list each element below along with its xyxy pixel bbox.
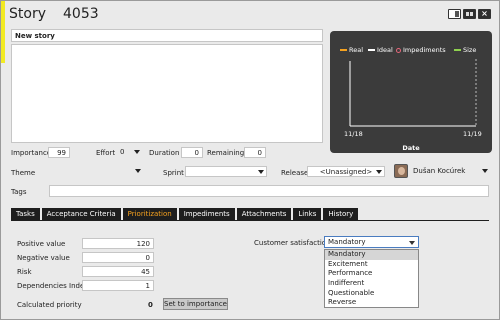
story-window: Story 4053 × New story Real Ideal Impedi… (0, 0, 500, 320)
x-tick-label: 11/19 (463, 130, 482, 138)
switch-view-icon[interactable] (463, 9, 476, 19)
chevron-down-icon (134, 150, 140, 154)
item-type-title: Story (9, 6, 46, 22)
x-tick-label: 11/18 (344, 130, 363, 138)
theme-dropdown[interactable] (29, 166, 143, 177)
owner-dropdown[interactable]: Dušan Kocúrek (410, 166, 490, 177)
option-indifferent[interactable]: Indifferent (325, 279, 418, 289)
option-questionable[interactable]: Questionable (325, 289, 418, 299)
restore-icon[interactable] (448, 9, 461, 19)
set-to-importance-button[interactable]: Set to importance (163, 298, 228, 310)
remaining-field[interactable]: 0 (244, 147, 266, 158)
chevron-down-icon (135, 169, 141, 173)
positive-value-field[interactable]: 120 (82, 238, 154, 249)
release-label: Release (281, 169, 309, 177)
negative-value-label: Negative value (17, 254, 70, 262)
x-axis-label: Date (402, 144, 420, 152)
importance-field[interactable]: 99 (48, 147, 70, 158)
tab-impediments[interactable]: Impediments (178, 208, 235, 220)
option-excitement[interactable]: Excitement (325, 260, 418, 270)
dependencies-index-field[interactable]: 1 (82, 280, 154, 291)
negative-value-field[interactable]: 0 (82, 252, 154, 263)
dependencies-index-label: Dependencies Index (17, 282, 89, 290)
remaining-label: Remaining (207, 149, 245, 157)
chevron-down-icon (482, 169, 488, 173)
customer-satisfaction-label: Customer satisfaction (254, 239, 331, 247)
chevron-down-icon (376, 170, 382, 174)
effort-dropdown[interactable]: 0 (117, 147, 142, 158)
release-dropdown[interactable]: <Unassigned> (307, 166, 385, 177)
duration-field[interactable]: 0 (181, 147, 203, 158)
chevron-down-icon (258, 170, 264, 174)
option-performance[interactable]: Performance (325, 269, 418, 279)
tab-acceptance-criteria[interactable]: Acceptance Criteria (41, 208, 121, 220)
story-description-field[interactable] (11, 44, 323, 143)
positive-value-label: Positive value (17, 240, 66, 248)
release-value: <Unassigned> (319, 168, 373, 176)
tab-links[interactable]: Links (293, 208, 322, 220)
tab-underline (11, 220, 489, 221)
tab-bar: Tasks Acceptance Criteria Prioritization… (11, 208, 360, 220)
burndown-chart: Real Ideal Impediments Size 11/18 11/19 … (330, 31, 492, 153)
importance-label: Importance (11, 149, 52, 157)
tags-label: Tags (11, 188, 27, 196)
sprint-dropdown[interactable] (185, 166, 267, 177)
sprint-label: Sprint (163, 169, 184, 177)
tags-field[interactable] (49, 185, 489, 197)
avatar (394, 164, 408, 178)
tab-history[interactable]: History (323, 208, 359, 220)
calculated-priority-label: Calculated priority (17, 301, 82, 309)
customer-satisfaction-options: Mandatory Excitement Performance Indiffe… (324, 249, 419, 308)
customer-satisfaction-value: Mandatory (328, 238, 366, 246)
close-icon[interactable]: × (478, 9, 491, 19)
tab-tasks[interactable]: Tasks (11, 208, 40, 220)
effort-value: 0 (120, 148, 125, 156)
tab-attachments[interactable]: Attachments (236, 208, 292, 220)
option-mandatory[interactable]: Mandatory (325, 250, 418, 260)
option-reverse[interactable]: Reverse (325, 298, 418, 308)
owner-name: Dušan Kocúrek (413, 167, 466, 175)
calculated-priority-value: 0 (148, 301, 153, 309)
item-number: 4053 (63, 6, 99, 22)
chevron-down-icon (409, 241, 415, 245)
risk-field[interactable]: 45 (82, 266, 154, 277)
duration-label: Duration (149, 149, 180, 157)
title-bar: Story 4053 × (1, 1, 499, 27)
tab-prioritization[interactable]: Prioritization (122, 208, 177, 220)
risk-label: Risk (17, 268, 32, 276)
story-name-field[interactable]: New story (11, 29, 323, 42)
effort-label: Effort (96, 149, 116, 157)
customer-satisfaction-select[interactable]: Mandatory (324, 236, 419, 248)
